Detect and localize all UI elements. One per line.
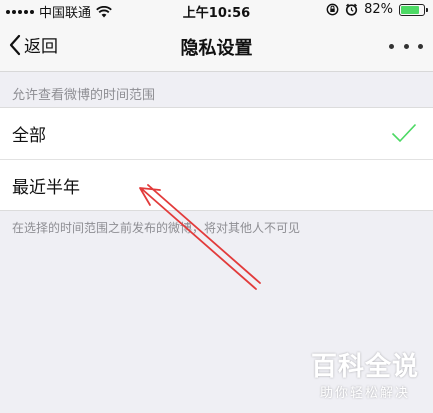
watermark-sub: 助你轻松解决	[319, 386, 410, 401]
status-right: 82%	[326, 2, 428, 17]
option-label: 最近半年	[12, 177, 80, 198]
option-list: 全部 最近半年	[0, 107, 433, 211]
page-title: 隐私设置	[180, 38, 253, 59]
rotation-lock-icon	[326, 3, 339, 16]
more-dot-icon	[403, 43, 409, 49]
battery-icon	[399, 3, 428, 16]
watermark-logo: 百科全说 助你轻松解决	[311, 352, 419, 401]
option-last-half-year[interactable]: 最近半年	[0, 159, 433, 210]
section-header: 允许查看微博的时间范围	[12, 88, 156, 103]
checkmark-icon	[391, 123, 417, 143]
more-dot-icon	[389, 43, 394, 49]
option-label: 全部	[12, 126, 46, 146]
battery-percent: 82%	[364, 2, 393, 17]
more-button[interactable]	[389, 36, 423, 56]
more-dot-icon	[418, 43, 423, 49]
footnote: 在选择的时间范围之前发布的微博，将对其他人不可见	[12, 221, 301, 235]
status-bar: 中国联通 上午10:56 82%	[0, 0, 433, 21]
nav-bar: 返回 隐私设置	[0, 20, 433, 72]
alarm-icon	[345, 3, 358, 16]
watermark-main: 百科全说	[310, 352, 419, 382]
option-all[interactable]: 全部	[0, 108, 433, 159]
